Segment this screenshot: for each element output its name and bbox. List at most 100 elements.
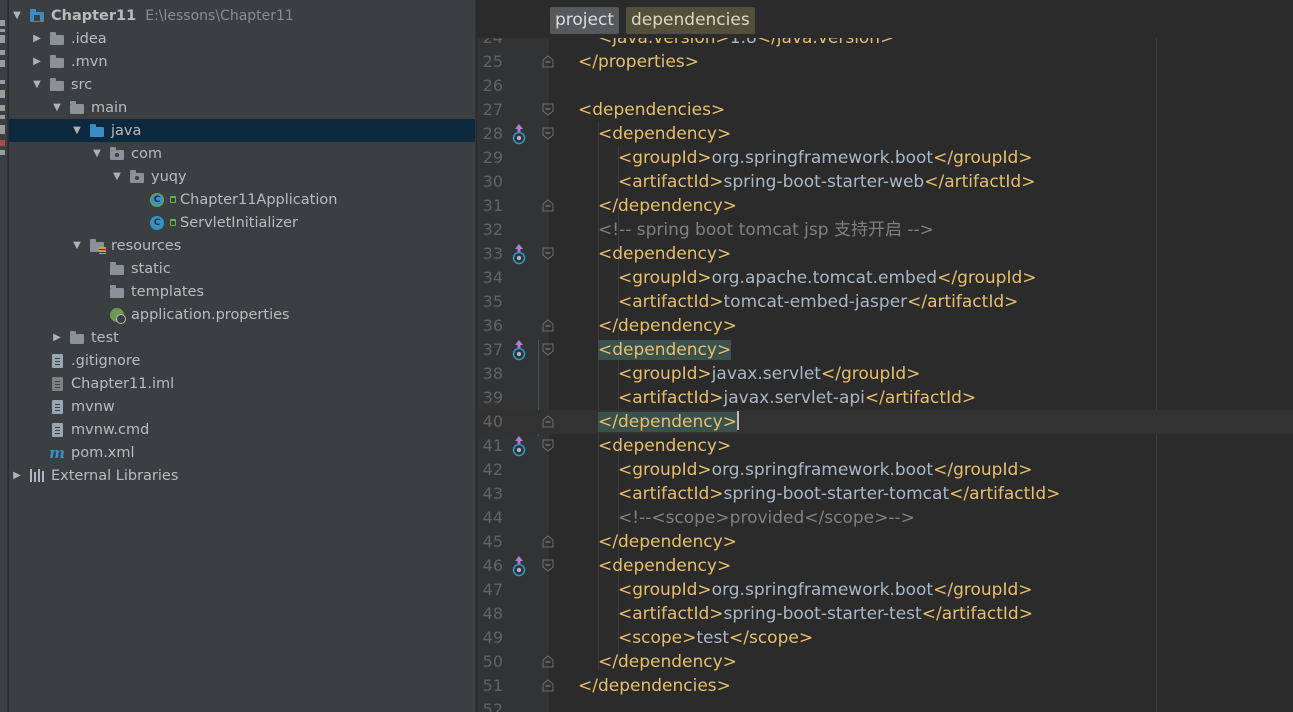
- code-line-32[interactable]: 32 <!-- spring boot tomcat jsp 支持开启 -->: [477, 218, 1293, 242]
- tree-row-mvnw[interactable]: ▶mvnw: [9, 395, 475, 418]
- expand-arrow-down-icon[interactable]: ▼: [71, 125, 83, 137]
- fold-end-icon[interactable]: [542, 55, 554, 68]
- tree-row-src[interactable]: ▼ src: [9, 73, 475, 96]
- line-number: 45: [482, 532, 503, 551]
- code-line-36[interactable]: 36 </dependency>: [477, 314, 1293, 338]
- expand-arrow-down-icon[interactable]: ▼: [51, 102, 63, 114]
- breadcrumb-dependencies[interactable]: dependencies: [626, 7, 755, 34]
- expand-arrow-right-icon[interactable]: ▶: [11, 470, 23, 482]
- tree-item-label: Chapter11.iml: [71, 375, 175, 392]
- expand-arrow-down-icon[interactable]: ▼: [91, 148, 103, 160]
- tree-item-label: test: [91, 329, 119, 346]
- xml-tag: </groupId>: [820, 364, 921, 384]
- tree-row-test[interactable]: ▶ test: [9, 326, 475, 349]
- tree-row-resources[interactable]: ▼ resources: [9, 234, 475, 257]
- tree-item-label: application.properties: [131, 306, 290, 323]
- override-gutter-icon[interactable]: [512, 555, 526, 577]
- breadcrumb-project[interactable]: project: [550, 7, 620, 34]
- public-access-icon: [170, 196, 176, 203]
- fold-start-icon[interactable]: [542, 127, 554, 140]
- code-line-46[interactable]: 46 <dependency>: [477, 554, 1293, 578]
- code-line-47[interactable]: 47 <groupId>org.springframework.boot</gro…: [477, 578, 1293, 602]
- code-line-25[interactable]: 25 </properties>: [477, 50, 1293, 74]
- fold-start-icon[interactable]: [542, 559, 554, 572]
- public-access-icon: [170, 219, 176, 226]
- code-line-27[interactable]: 27 <dependencies>: [477, 98, 1293, 122]
- override-gutter-icon[interactable]: [512, 339, 526, 361]
- code-line-40[interactable]: 40 </dependency>: [477, 410, 1293, 434]
- code-line-49[interactable]: 49 <scope>test</scope>: [477, 626, 1293, 650]
- code-line-34[interactable]: 34 <groupId>org.apache.tomcat.embed</grou…: [477, 266, 1293, 290]
- code-line-26[interactable]: 26: [477, 74, 1293, 98]
- code-line-44[interactable]: 44 <!--<scope>provided</scope>-->: [477, 506, 1293, 530]
- override-gutter-icon[interactable]: [512, 435, 526, 457]
- code-line-35[interactable]: 35 <artifactId>tomcat-embed-jasper</artif…: [477, 290, 1293, 314]
- code-line-39[interactable]: 39 <artifactId>javax.servlet-api</artifac…: [477, 386, 1293, 410]
- tree-row-chapter11application[interactable]: ▶CChapter11Application: [9, 188, 475, 211]
- override-gutter-icon[interactable]: [512, 243, 526, 265]
- tree-row-templates[interactable]: ▶templates: [9, 280, 475, 303]
- code-text: <artifactId>spring-boot-starter-tomcat</…: [618, 482, 1060, 506]
- expand-arrow-down-icon[interactable]: ▼: [31, 79, 43, 91]
- code-text: <dependencies>: [578, 98, 725, 122]
- code-line-50[interactable]: 50 </dependency>: [477, 650, 1293, 674]
- spring-properties-icon: [109, 307, 126, 324]
- tree-item-label: External Libraries: [51, 467, 179, 484]
- tree-row-java[interactable]: ▼ java: [9, 119, 475, 142]
- tree-row-idea[interactable]: ▶ .idea: [9, 27, 475, 50]
- left-tool-strip[interactable]: [0, 0, 8, 712]
- code-line-52[interactable]: 52: [477, 698, 1293, 712]
- override-gutter-icon[interactable]: [512, 123, 526, 145]
- tree-row-gitignore[interactable]: ▶.gitignore: [9, 349, 475, 372]
- fold-start-icon[interactable]: [542, 343, 554, 356]
- tree-row-static[interactable]: ▶static: [9, 257, 475, 280]
- expand-arrow-down-icon[interactable]: ▼: [111, 171, 123, 183]
- tree-row-yuqy[interactable]: ▼ yuqy: [9, 165, 475, 188]
- tree-row-main[interactable]: ▼ main: [9, 96, 475, 119]
- code-editor[interactable]: 24<java.version>1.8</java.version>25</pr…: [477, 0, 1293, 712]
- tree-row-external-libraries[interactable]: ▶ External Libraries: [9, 464, 475, 487]
- code-line-42[interactable]: 42 <groupId>org.springframework.boot</gro…: [477, 458, 1293, 482]
- code-line-43[interactable]: 43 <artifactId>spring-boot-starter-tomcat…: [477, 482, 1293, 506]
- expand-arrow-down-icon[interactable]: ▼: [71, 240, 83, 252]
- code-line-48[interactable]: 48 <artifactId>spring-boot-starter-test</…: [477, 602, 1293, 626]
- line-number: 39: [482, 388, 503, 407]
- code-line-45[interactable]: 45 </dependency>: [477, 530, 1293, 554]
- fold-end-icon[interactable]: [542, 679, 554, 692]
- tree-row-application-properties[interactable]: ▶application.properties: [9, 303, 475, 326]
- fold-end-icon[interactable]: [542, 535, 554, 548]
- code-line-28[interactable]: 28 <dependency>: [477, 122, 1293, 146]
- fold-end-icon[interactable]: [542, 415, 554, 428]
- fold-start-icon[interactable]: [542, 103, 554, 116]
- line-number: 31: [482, 196, 503, 215]
- fold-end-icon[interactable]: [542, 319, 554, 332]
- fold-start-icon[interactable]: [542, 247, 554, 260]
- line-number: 35: [482, 292, 503, 311]
- tree-row-chapter11-iml[interactable]: ▶Chapter11.iml: [9, 372, 475, 395]
- tree-row-mvnw-cmd[interactable]: ▶mvnw.cmd: [9, 418, 475, 441]
- tree-row-mvn[interactable]: ▶ .mvn: [9, 50, 475, 73]
- code-line-38[interactable]: 38 <groupId>javax.servlet</groupId>: [477, 362, 1293, 386]
- expand-arrow-right-icon[interactable]: ▶: [51, 332, 63, 344]
- expand-arrow-right-icon[interactable]: ▶: [31, 33, 43, 45]
- tree-row-servletinitializer[interactable]: ▶CServletInitializer: [9, 211, 475, 234]
- code-line-31[interactable]: 31 </dependency>: [477, 194, 1293, 218]
- project-tool-tab[interactable]: [0, 20, 8, 160]
- code-line-37[interactable]: 37 <dependency>: [477, 338, 1293, 362]
- code-line-33[interactable]: 33 <dependency>: [477, 242, 1293, 266]
- line-number: 36: [482, 316, 503, 335]
- fold-end-icon[interactable]: [542, 199, 554, 212]
- code-line-30[interactable]: 30 <artifactId>spring-boot-starter-web</a…: [477, 170, 1293, 194]
- code-line-29[interactable]: 29 <groupId>org.springframework.boot</gro…: [477, 146, 1293, 170]
- tree-row-pom-xml[interactable]: ▶mpom.xml: [9, 441, 475, 464]
- tree-row-com[interactable]: ▼ com: [9, 142, 475, 165]
- expand-arrow-down-icon[interactable]: ▼: [11, 10, 23, 22]
- tree-row-chapter11[interactable]: ▼ Chapter11 E:\lessons\Chapter11: [9, 4, 475, 27]
- xml-tag: <artifactId>: [618, 388, 724, 408]
- code-line-51[interactable]: 51 </dependencies>: [477, 674, 1293, 698]
- fold-end-icon[interactable]: [542, 655, 554, 668]
- code-line-41[interactable]: 41 <dependency>: [477, 434, 1293, 458]
- expand-arrow-right-icon[interactable]: ▶: [31, 56, 43, 68]
- xml-tag: </artifactId>: [864, 388, 977, 408]
- fold-start-icon[interactable]: [542, 439, 554, 452]
